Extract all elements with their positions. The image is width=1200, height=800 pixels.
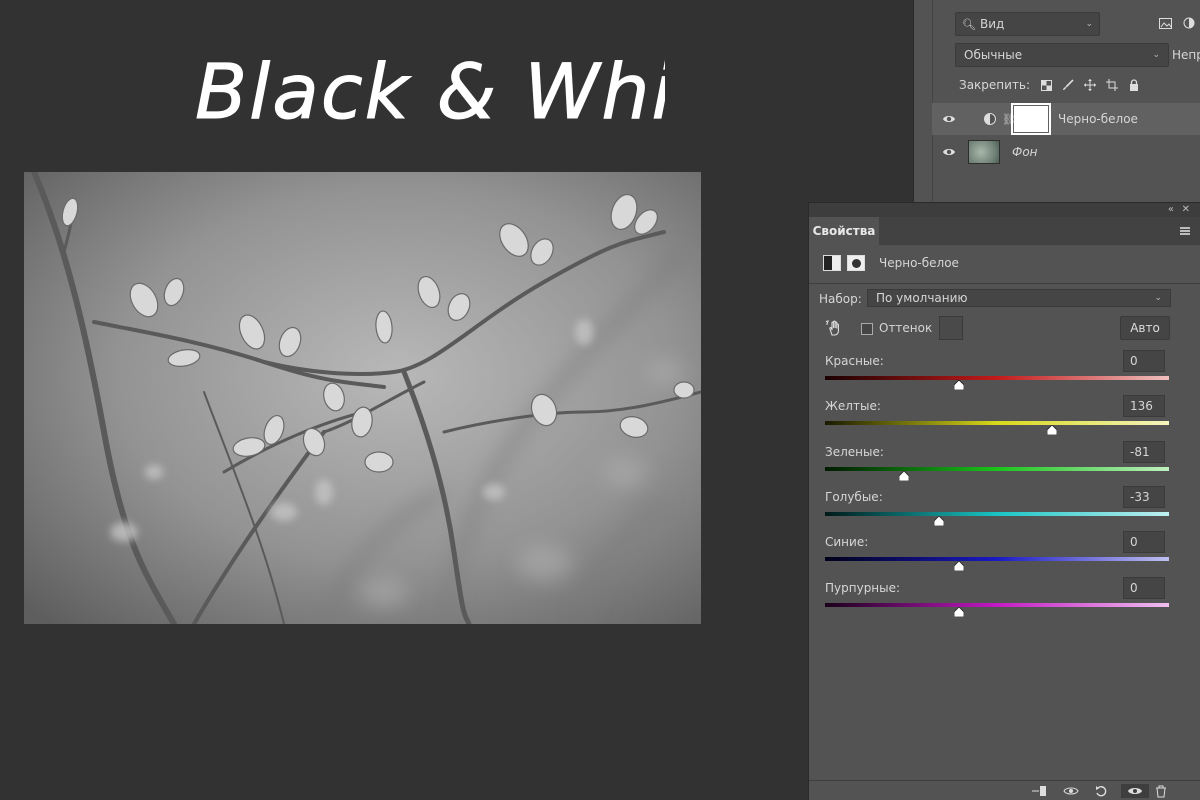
slider-track[interactable] <box>825 557 1169 561</box>
slider-thumb-icon[interactable] <box>954 561 965 571</box>
slider-label: Красные: <box>825 354 884 368</box>
properties-title-row: Черно-белое <box>823 255 959 271</box>
slider-track[interactable] <box>825 376 1169 380</box>
slider-track[interactable] <box>825 603 1169 607</box>
slider-track[interactable] <box>825 512 1169 516</box>
layer-filter-label: Вид <box>979 17 1005 31</box>
preset-value: По умолчанию <box>876 291 968 305</box>
auto-button[interactable]: Авто <box>1120 316 1170 340</box>
close-icon[interactable]: ✕ <box>1182 204 1190 215</box>
tab-properties[interactable]: Свойства <box>809 217 879 245</box>
properties-title: Черно-белое <box>879 256 959 270</box>
blend-mode-dropdown[interactable]: Обычные ⌄ <box>955 43 1169 67</box>
search-icon: 🔍︎ <box>962 17 976 31</box>
layer-filter-dropdown[interactable]: 🔍︎ Вид ⌄ <box>955 12 1100 36</box>
layer-filter-icons: T <box>1158 16 1200 30</box>
mask-icon[interactable] <box>847 255 865 271</box>
toggle-visibility-icon[interactable] <box>1121 784 1149 798</box>
slider-row: Красные: 0 <box>823 350 1169 394</box>
slider-thumb-icon[interactable] <box>1047 425 1058 435</box>
slider-label: Голубые: <box>825 490 883 504</box>
black-white-adjustment-icon[interactable] <box>823 255 841 271</box>
lock-transparency-icon[interactable] <box>1040 79 1052 91</box>
panel-topbar: « ✕ <box>809 203 1200 217</box>
layer-name[interactable]: Фон <box>1012 145 1038 159</box>
panel-menu-icon[interactable] <box>1180 227 1190 235</box>
layer-name[interactable]: Черно-белое <box>1058 112 1138 126</box>
lock-position-move-icon[interactable] <box>1084 79 1097 91</box>
slider-value-input[interactable]: 0 <box>1123 350 1165 372</box>
slider-label: Синие: <box>825 535 869 549</box>
tint-label: Оттенок <box>879 321 933 335</box>
slider-track[interactable] <box>825 421 1169 425</box>
chevron-down-icon: ⌄ <box>1154 293 1162 303</box>
tint-color-swatch[interactable] <box>939 316 963 340</box>
targeted-adjustment-hand-icon[interactable] <box>825 319 843 337</box>
canvas-photo-branches[interactable] <box>24 172 701 624</box>
slider-track[interactable] <box>825 467 1169 471</box>
adjustment-layer-icon <box>984 113 996 125</box>
slider-value-input[interactable]: -33 <box>1123 486 1165 508</box>
tint-checkbox[interactable] <box>861 323 873 335</box>
delete-icon[interactable] <box>1153 784 1169 798</box>
eye-icon[interactable] <box>942 145 956 159</box>
adjustment-filter-icon[interactable] <box>1182 16 1196 30</box>
clip-to-layer-icon[interactable] <box>1031 784 1047 798</box>
slider-label: Желтые: <box>825 399 881 413</box>
slider-thumb-icon[interactable] <box>899 471 910 481</box>
chevron-down-icon: ⌄ <box>1085 19 1093 29</box>
layer-thumbnail <box>968 140 1000 164</box>
slider-row: Пурпурные: 0 <box>823 577 1169 621</box>
layer-mask-thumbnail[interactable] <box>1011 103 1051 135</box>
slider-value-input[interactable]: 0 <box>1123 531 1165 553</box>
slider-value-input[interactable]: 136 <box>1123 395 1165 417</box>
slider-value-input[interactable]: -81 <box>1123 441 1165 463</box>
image-filter-icon[interactable] <box>1158 16 1172 30</box>
eye-icon[interactable] <box>942 112 956 126</box>
slider-row: Зеленые: -81 <box>823 441 1169 485</box>
reset-icon[interactable] <box>1093 784 1109 798</box>
headline-black-and-white: Black & White <box>185 38 754 138</box>
opacity-label: Непрозр <box>1172 48 1200 62</box>
lock-all-icon[interactable] <box>1128 79 1140 91</box>
preset-label: Набор: <box>819 292 862 306</box>
panel-tab-strip: Свойства <box>809 217 1200 245</box>
preset-dropdown[interactable]: По умолчанию ⌄ <box>867 289 1171 307</box>
slider-row: Желтые: 136 <box>823 395 1169 439</box>
slider-row: Голубые: -33 <box>823 486 1169 530</box>
view-previous-state-icon[interactable] <box>1063 784 1079 798</box>
layer-row-black-white[interactable]: ⛓︎ Черно-белое <box>932 103 1200 135</box>
layer-row-background[interactable]: Фон <box>932 136 1200 168</box>
slider-thumb-icon[interactable] <box>933 516 944 526</box>
lock-row: Закрепить: <box>959 78 1140 92</box>
headline-text: Black & White <box>195 47 665 136</box>
lock-pixels-brush-icon[interactable] <box>1062 79 1074 91</box>
collapse-icon[interactable]: « <box>1168 204 1174 215</box>
slider-thumb-icon[interactable] <box>954 607 965 617</box>
slider-value-input[interactable]: 0 <box>1123 577 1165 599</box>
divider <box>809 283 1200 284</box>
slider-row: Синие: 0 <box>823 531 1169 575</box>
lock-artboard-icon[interactable] <box>1106 79 1119 91</box>
chevron-down-icon: ⌄ <box>1152 50 1160 60</box>
lock-label: Закрепить: <box>959 78 1031 92</box>
slider-label: Пурпурные: <box>825 581 901 595</box>
slider-label: Зеленые: <box>825 445 884 459</box>
slider-thumb-icon[interactable] <box>954 380 965 390</box>
properties-bottom-bar <box>809 780 1200 800</box>
properties-panel: « ✕ Свойства Черно-белое Набор: По умолч… <box>808 202 1200 800</box>
layers-panel: 🔍︎ Вид ⌄ T Обычные ⌄ Непрозр Закрепить: <box>913 0 1200 205</box>
blend-mode-value: Обычные <box>964 48 1023 62</box>
